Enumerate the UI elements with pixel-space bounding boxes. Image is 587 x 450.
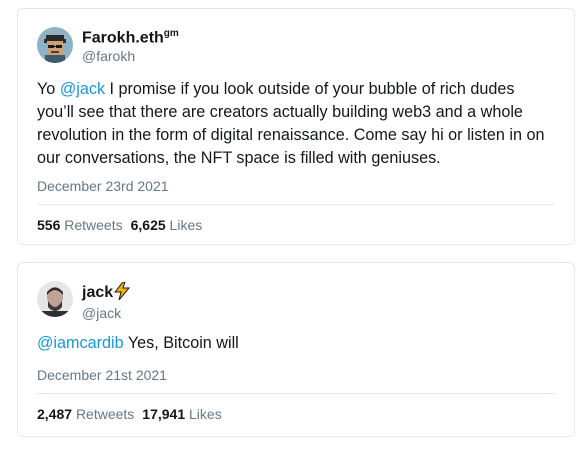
tweet-stats: 556 Retweets 6,625 Likes bbox=[37, 217, 202, 233]
tweet-card[interactable]: Farokh.ethgm @farokh Yo @jack I promise … bbox=[17, 8, 575, 245]
likes-label[interactable]: Likes bbox=[170, 217, 203, 233]
avatar[interactable] bbox=[37, 27, 73, 63]
divider bbox=[37, 204, 555, 205]
tweet-text-part: I promise if you look outside of your bu… bbox=[37, 80, 545, 167]
name-block: Farokh.ethgm @farokh bbox=[82, 28, 179, 65]
divider bbox=[37, 393, 555, 394]
avatar[interactable] bbox=[37, 281, 73, 317]
like-count[interactable]: 6,625 bbox=[131, 217, 166, 233]
name-block: jack @jack bbox=[82, 281, 131, 322]
lightning-icon bbox=[114, 281, 131, 305]
like-count[interactable]: 17,941 bbox=[142, 406, 185, 422]
handle[interactable]: @jack bbox=[82, 305, 130, 322]
tweet-stats: 2,487 Retweets 17,941 Likes bbox=[37, 406, 222, 422]
tweet-date[interactable]: December 21st 2021 bbox=[37, 367, 167, 383]
retweets-label[interactable]: Retweets bbox=[64, 217, 122, 233]
tweet-text: @iamcardib Yes, Bitcoin will bbox=[37, 332, 555, 355]
tweet-date[interactable]: December 23rd 2021 bbox=[37, 178, 169, 194]
retweet-count[interactable]: 556 bbox=[37, 217, 60, 233]
tweet-card[interactable]: jack @jack @iamcardib Yes, Bitcoin will … bbox=[17, 262, 575, 437]
display-name[interactable]: Farokh.eth bbox=[82, 29, 164, 46]
name-suffix: gm bbox=[163, 28, 179, 39]
tweet-text: Yo @jack I promise if you look outside o… bbox=[37, 78, 555, 170]
display-name[interactable]: jack bbox=[82, 284, 113, 301]
retweet-count[interactable]: 2,487 bbox=[37, 406, 72, 422]
likes-label[interactable]: Likes bbox=[189, 406, 222, 422]
handle[interactable]: @farokh bbox=[82, 48, 179, 65]
tweet-text-part: Yes, Bitcoin will bbox=[123, 334, 239, 352]
retweets-label[interactable]: Retweets bbox=[76, 406, 134, 422]
mention-link[interactable]: @jack bbox=[60, 80, 105, 98]
mention-link[interactable]: @iamcardib bbox=[37, 334, 124, 352]
tweet-text-part: Yo bbox=[37, 80, 60, 98]
